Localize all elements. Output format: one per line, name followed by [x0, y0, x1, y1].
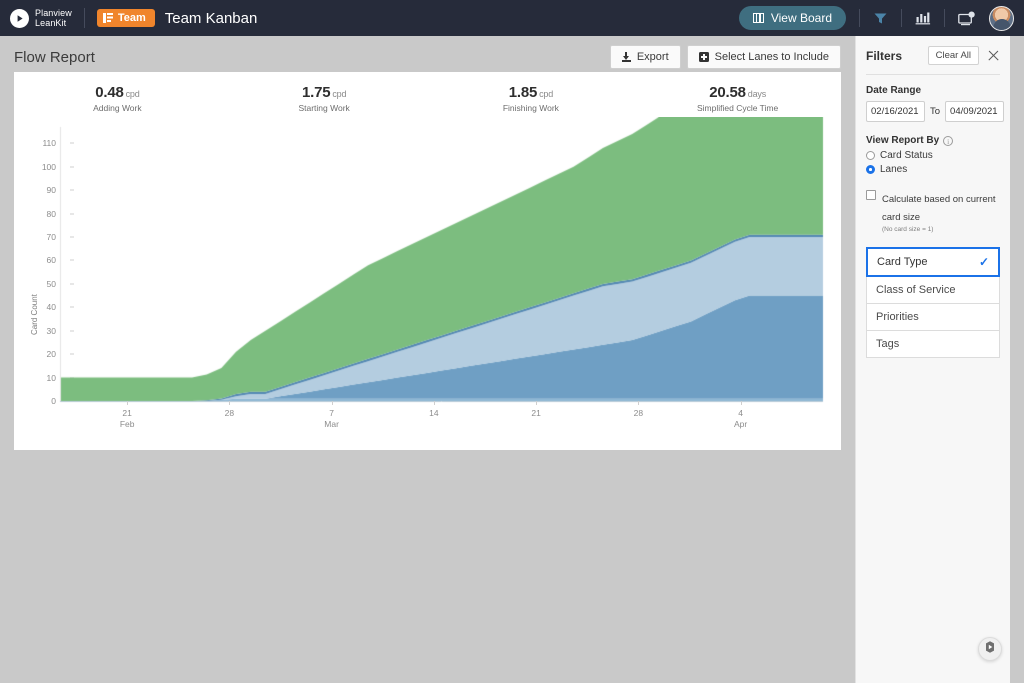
radio-label: Card Status [880, 150, 933, 161]
filter-option-card-type[interactable]: Card Type ✓ [866, 247, 1000, 277]
filters-panel: Filters Clear All Date Range To View Rep… [855, 36, 1010, 683]
board-glyph-icon [102, 13, 113, 23]
date-range-row: To [866, 101, 1005, 122]
checkbox[interactable] [866, 190, 876, 200]
team-badge-label: Team [117, 12, 146, 24]
radio-button[interactable] [866, 165, 875, 174]
option-label: Card Type [877, 256, 928, 268]
screen-share-icon[interactable] [958, 11, 976, 26]
radio-card-status[interactable]: Card Status [866, 150, 1000, 161]
planview-leankit-logo[interactable]: Planview LeanKit [10, 8, 72, 28]
board-title: Team Kanban [164, 9, 258, 27]
check-icon: ✓ [978, 255, 989, 269]
logo-text: Planview LeanKit [35, 8, 72, 28]
view-report-by-label: View Report By [866, 135, 940, 146]
view-board-label: View Board [770, 11, 832, 25]
date-from-input[interactable] [866, 101, 925, 122]
info-icon[interactable]: i [943, 135, 954, 146]
date-range-label: Date Range [866, 85, 922, 96]
option-label: Class of Service [876, 284, 956, 296]
date-to-input[interactable] [945, 101, 1005, 122]
filter-option-class-of-service[interactable]: Class of Service [866, 277, 1000, 304]
view-board-button[interactable]: View Board [738, 6, 846, 30]
radio-lanes[interactable]: Lanes [866, 164, 1000, 175]
filter-options-list: Card Type ✓ Class of Service Priorities … [866, 247, 1000, 358]
logo-line-2: LeanKit [35, 18, 67, 28]
app-root: Planview LeanKit Team Team Kanban View B… [0, 0, 1024, 683]
filter-option-tags[interactable]: Tags [866, 331, 1000, 358]
team-badge[interactable]: Team [96, 9, 155, 27]
clear-all-button[interactable]: Clear All [927, 46, 979, 65]
funnel-icon[interactable] [873, 11, 888, 26]
view-report-by-row: View Report By i [866, 135, 1000, 146]
radio-label: Lanes [880, 164, 908, 175]
bar-chart-icon[interactable] [915, 11, 931, 25]
help-launcher-button[interactable] [978, 637, 1002, 661]
checkbox-sublabel: (No card size = 1) [882, 226, 934, 233]
play-circle-icon [10, 8, 29, 28]
filters-region: Filters Clear All Date Range To View Rep… [14, 36, 1010, 683]
calculate-card-size-row[interactable]: Calculate based on current card size (No… [866, 189, 1000, 233]
play-badge-icon [983, 640, 997, 659]
radio-button[interactable] [866, 151, 875, 160]
option-label: Tags [876, 338, 900, 350]
avatar[interactable] [989, 5, 1014, 31]
close-icon[interactable] [987, 49, 1000, 62]
filters-title: Filters [866, 48, 903, 63]
top-nav-actions: View Board [738, 5, 1014, 31]
logo-line-1: Planview [35, 8, 72, 18]
checkbox-text-wrap: Calculate based on current card size (No… [882, 189, 1000, 233]
divider [866, 74, 1000, 75]
nav-divider-4 [944, 9, 945, 27]
checkbox-label: Calculate based on current card size [882, 194, 996, 223]
date-to-label: To [930, 106, 941, 117]
nav-divider [83, 8, 85, 28]
filters-header: Filters Clear All [866, 46, 1000, 65]
top-navigation-bar: Planview LeanKit Team Team Kanban View B… [0, 0, 1024, 36]
nav-divider-3 [901, 9, 902, 27]
nav-divider-2 [859, 9, 860, 27]
option-label: Priorities [876, 311, 919, 323]
filter-option-priorities[interactable]: Priorities [866, 304, 1000, 331]
board-columns-icon [752, 13, 764, 23]
